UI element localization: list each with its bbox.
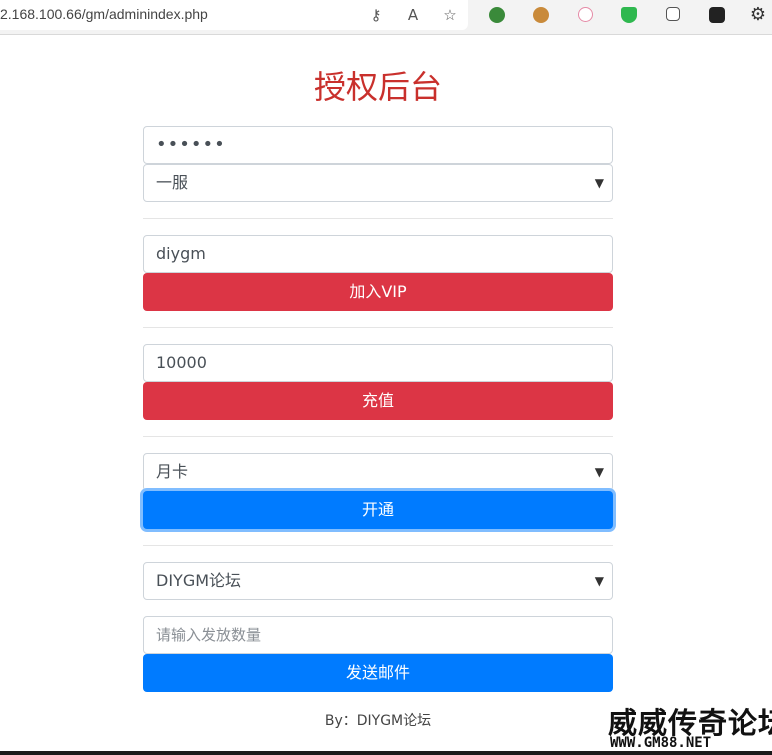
recharge-button[interactable]: 充值 <box>143 382 613 420</box>
extension-shield-icon[interactable] <box>619 5 639 25</box>
section-divider <box>143 218 613 219</box>
mail-quantity-input[interactable]: 请输入发放数量 <box>143 616 613 654</box>
mail-item-select[interactable]: DIYGM论坛 ▼ <box>143 562 613 600</box>
chevron-down-icon: ▼ <box>594 465 604 479</box>
password-input[interactable]: •••••• <box>143 126 613 164</box>
extension-collections-icon[interactable] <box>663 5 683 25</box>
section-divider <box>143 436 613 437</box>
browser-toolbar: 2.168.100.66/gm/adminindex.php ⚷ A ☆ ⚙ <box>0 0 772 35</box>
section-divider <box>143 327 613 328</box>
extension-pig-icon[interactable] <box>575 5 595 25</box>
extension-globe-icon[interactable] <box>487 5 507 25</box>
site-watermark: 威威传奇论坛 WWW.GM88.NET <box>604 700 772 755</box>
add-vip-button[interactable]: 加入VIP <box>143 273 613 311</box>
watermark-url: WWW.GM88.NET <box>610 735 712 751</box>
vip-account-input[interactable]: diygm <box>143 235 613 273</box>
server-select-value: 一服 <box>156 173 189 192</box>
card-type-select-value: 月卡 <box>156 462 189 481</box>
taskbar-edge <box>0 751 772 755</box>
section-divider <box>143 545 613 546</box>
key-icon[interactable]: ⚷ <box>366 5 386 25</box>
page-title: 授权后台 <box>313 68 442 106</box>
add-favorite-icon[interactable]: ☆ <box>440 5 460 25</box>
server-select[interactable]: 一服 ▼ <box>143 164 613 202</box>
read-aloud-icon[interactable]: A <box>403 5 423 25</box>
send-mail-button[interactable]: 发送邮件 <box>143 654 613 692</box>
card-type-select[interactable]: 月卡 ▼ <box>143 453 613 491</box>
address-bar[interactable]: 2.168.100.66/gm/adminindex.php ⚷ A ☆ <box>0 0 468 30</box>
activate-button[interactable]: 开通 <box>143 491 613 529</box>
extension-monkey-icon[interactable] <box>531 5 551 25</box>
url-text[interactable]: 2.168.100.66/gm/adminindex.php <box>0 6 208 22</box>
settings-puzzle-icon[interactable]: ⚙ <box>748 5 768 25</box>
chevron-down-icon: ▼ <box>594 574 604 588</box>
recharge-amount-input[interactable]: 10000 <box>143 344 613 382</box>
extension-game-icon[interactable] <box>707 5 727 25</box>
mail-item-select-value: DIYGM论坛 <box>156 571 242 590</box>
chevron-down-icon: ▼ <box>594 176 604 190</box>
